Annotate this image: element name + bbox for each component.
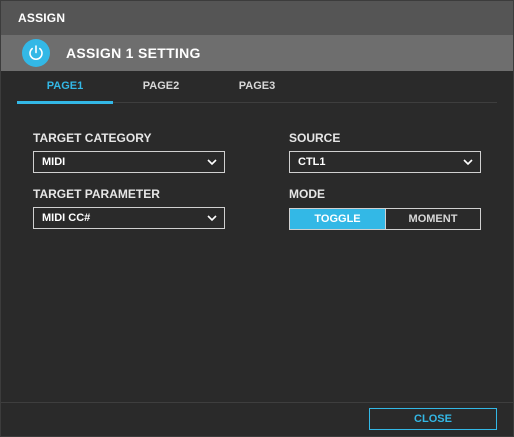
source-select[interactable]: CTL1 xyxy=(289,151,481,173)
page-tabs: PAGE1 PAGE2 PAGE3 xyxy=(17,71,497,104)
tab-page1[interactable]: PAGE1 xyxy=(17,71,113,104)
target-parameter-select[interactable]: MIDI CC# xyxy=(33,207,225,229)
source-label: SOURCE xyxy=(289,131,341,145)
target-category-select[interactable]: MIDI xyxy=(33,151,225,173)
source-value: CTL1 xyxy=(298,156,326,168)
tab-page3[interactable]: PAGE3 xyxy=(209,71,305,102)
target-parameter-value: MIDI CC# xyxy=(42,212,91,224)
window-title: ASSIGN xyxy=(18,11,66,25)
mode-moment-option[interactable]: MOMENT xyxy=(385,209,480,229)
chevron-down-icon xyxy=(463,159,473,166)
close-button[interactable]: CLOSE xyxy=(369,408,497,430)
target-parameter-label: TARGET PARAMETER xyxy=(33,187,160,201)
mode-toggle: TOGGLE MOMENT xyxy=(289,208,481,230)
footer-divider xyxy=(1,402,513,403)
mode-toggle-option[interactable]: TOGGLE xyxy=(290,209,385,229)
chevron-down-icon xyxy=(207,215,217,222)
target-category-label: TARGET CATEGORY xyxy=(33,131,152,145)
assign-header: ASSIGN 1 SETTING xyxy=(1,35,513,71)
chevron-down-icon xyxy=(207,159,217,166)
power-icon[interactable] xyxy=(22,39,50,67)
title-bar: ASSIGN xyxy=(1,1,513,35)
assign-dialog: ASSIGN ASSIGN 1 SETTING PAGE1 PAGE2 PAGE… xyxy=(0,0,514,437)
assign-setting-title: ASSIGN 1 SETTING xyxy=(66,45,201,61)
mode-label: MODE xyxy=(289,187,325,201)
target-category-value: MIDI xyxy=(42,156,66,168)
tab-page2[interactable]: PAGE2 xyxy=(113,71,209,102)
